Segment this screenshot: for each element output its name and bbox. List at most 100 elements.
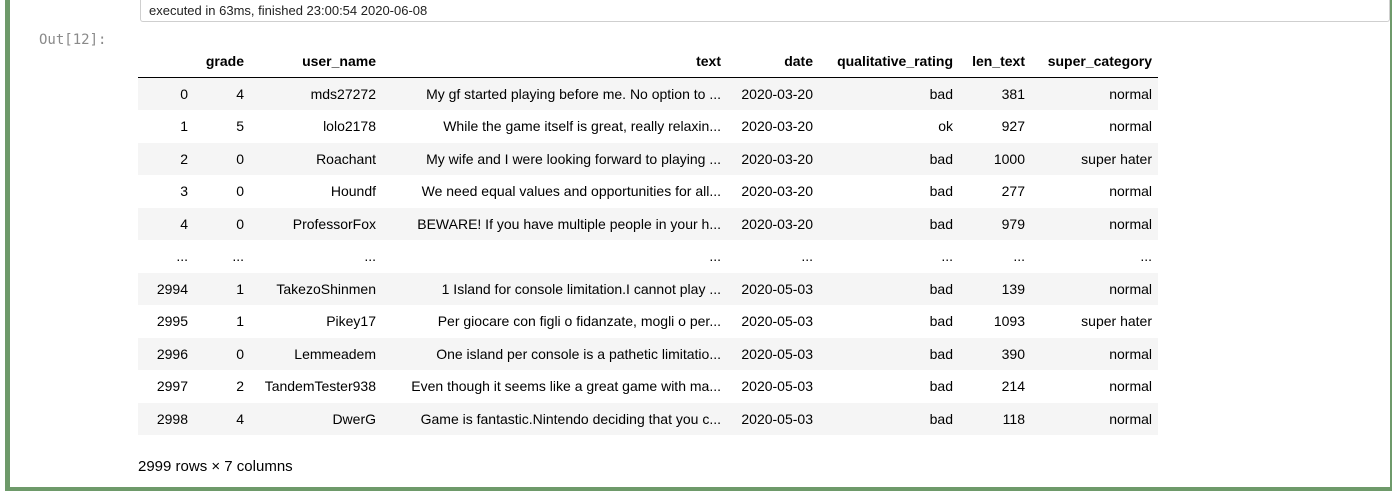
cell-len-text: 277: [1001, 183, 1025, 200]
cell-len-text: 381: [1001, 86, 1025, 102]
dataframe-dimensions: 2999 rows × 7 columns: [138, 458, 293, 475]
cell-user-name: Roachant: [316, 150, 376, 167]
cell-super-category: normal: [1109, 378, 1152, 395]
cell-user-name: lolo2178: [323, 118, 376, 135]
cell-len-text: 979: [1001, 215, 1025, 232]
cell-text: Game is fantastic.Nintendo deciding that…: [420, 410, 721, 427]
cell-date: 2020-03-20: [741, 215, 813, 232]
column-header-super-category: super_category: [1031, 45, 1158, 78]
row-index-cell: 2994: [156, 280, 188, 297]
cell-qualitative-rating: bad: [929, 150, 953, 167]
cell-grade: 2: [236, 378, 244, 395]
cell-date: 2020-05-03: [741, 345, 813, 362]
header-row: grade user_name text date qualitative_ra…: [138, 45, 1158, 78]
cell-text: My gf started playing before me. No opti…: [426, 86, 721, 102]
cell-len-text: 1093: [993, 313, 1025, 330]
cell-super-category: super hater: [1081, 150, 1152, 167]
cell-grade: 5: [236, 118, 244, 135]
cell-date: ...: [801, 248, 813, 265]
dataframe-table: grade user_name text date qualitative_ra…: [138, 45, 1158, 435]
output-prompt: Out[12]:: [39, 32, 107, 48]
execution-status-bar: executed in 63ms, finished 23:00:54 2020…: [140, 0, 1390, 22]
cell-user-name: DwerG: [332, 410, 376, 427]
cell-date: 2020-03-20: [741, 86, 813, 102]
cell-super-category: ...: [1140, 248, 1152, 265]
table-row: 2995 1 Pikey17 Per giocare con figli o fida…: [138, 305, 1158, 338]
column-header-qualitative-rating: qualitative_rating: [819, 45, 959, 78]
column-header-text: text: [382, 45, 727, 78]
cell-user-name: Houndf: [330, 183, 376, 200]
cell-user-name: ...: [364, 248, 376, 265]
cell-user-name: mds27272: [310, 86, 376, 102]
cell-len-text: 1000: [993, 150, 1025, 167]
cell-grade: 4: [236, 410, 244, 427]
table-row: 0 4 mds27272 My gf started playing before m…: [138, 77, 1158, 110]
cell-super-category: normal: [1109, 280, 1152, 297]
cell-text: One island per console is a pathetic lim…: [436, 345, 721, 362]
cell-text: We need equal values and opportunities f…: [421, 183, 721, 200]
cell-qualitative-rating: ok: [938, 118, 953, 135]
cell-super-category: super hater: [1081, 313, 1152, 330]
cell-super-category: normal: [1109, 183, 1152, 200]
cell-user-name: TandemTester938: [264, 378, 376, 395]
cell-qualitative-rating: ...: [941, 248, 953, 265]
cell-date: 2020-03-20: [741, 183, 813, 200]
execution-status-text: executed in 63ms, finished 23:00:54 2020…: [149, 3, 428, 18]
cell-qualitative-rating: bad: [929, 378, 953, 395]
cell-user-name: Pikey17: [326, 313, 376, 330]
row-index-cell: 1: [180, 118, 188, 135]
row-index-cell: 0: [180, 86, 188, 102]
cell-len-text: 118: [1002, 410, 1025, 427]
cell-len-text: 390: [1001, 345, 1025, 362]
row-index-cell: 3: [180, 183, 188, 200]
cell-super-category: normal: [1109, 410, 1152, 427]
cell-text: 1 Island for console limitation.I cannot…: [441, 280, 721, 297]
cell-user-name: Lemmeadem: [294, 345, 376, 362]
cell-user-name: TakezoShinmen: [276, 280, 376, 297]
cell-date: 2020-05-03: [741, 410, 813, 427]
table-row: 2998 4 DwerG Game is fantastic.Nintendo dec…: [138, 402, 1158, 435]
cell-date: 2020-05-03: [741, 280, 813, 297]
cell-grade: 0: [236, 215, 244, 232]
cell-qualitative-rating: bad: [929, 86, 953, 102]
cell-text: ...: [709, 248, 721, 265]
cell-len-text: ...: [1013, 248, 1025, 265]
cell-text: My wife and I were looking forward to pl…: [426, 150, 721, 167]
cell-grade: 1: [236, 280, 244, 297]
cell-grade: 1: [236, 313, 244, 330]
row-index-cell: 2997: [156, 378, 188, 395]
cell-qualitative-rating: bad: [929, 345, 953, 362]
column-header-grade: grade: [194, 45, 250, 78]
cell-user-name: ProfessorFox: [292, 215, 376, 232]
row-index-cell: 4: [180, 215, 188, 232]
cell-grade: 0: [236, 183, 244, 200]
cell-super-category: normal: [1109, 86, 1152, 102]
table-row: 2996 0 Lemmeadem One island per console is …: [138, 337, 1158, 370]
table-row: ........................: [138, 240, 1158, 273]
cell-text: While the game itself is great, really r…: [443, 118, 721, 135]
cell-text: BEWARE! If you have multiple people in y…: [417, 215, 721, 232]
cell-super-category: normal: [1109, 118, 1152, 135]
column-header-user-name: user_name: [250, 45, 382, 78]
cell-date: 2020-05-03: [741, 313, 813, 330]
cell-qualitative-rating: bad: [929, 183, 953, 200]
cell-qualitative-rating: bad: [929, 280, 953, 297]
table-body: 0 4 mds27272 My gf started playing before m…: [138, 77, 1158, 435]
cell-text: Per giocare con figli o fidanzate, mogli…: [437, 313, 721, 330]
table-header: grade user_name text date qualitative_ra…: [138, 45, 1158, 78]
cell-qualitative-rating: bad: [929, 410, 953, 427]
table-row: 2994 1 TakezoShinmen 1 Island for console l…: [138, 272, 1158, 305]
cell-text: Even though it seems like a great game w…: [411, 378, 721, 395]
table-row: 2997 2 TandemTester938 Even though it seems…: [138, 370, 1158, 403]
cell-super-category: normal: [1109, 215, 1152, 232]
cell-grade: 0: [236, 345, 244, 362]
cell-grade: ...: [232, 248, 244, 265]
cell-date: 2020-03-20: [741, 150, 813, 167]
index-header: [138, 45, 194, 78]
table-row: 1 5 lolo2178 While the game itself is great…: [138, 110, 1158, 143]
cell-qualitative-rating: bad: [929, 215, 953, 232]
row-index-cell: 2: [180, 150, 188, 167]
row-index-cell: 2995: [156, 313, 188, 330]
row-index-cell: ...: [176, 248, 188, 265]
row-index-cell: 2996: [156, 345, 188, 362]
